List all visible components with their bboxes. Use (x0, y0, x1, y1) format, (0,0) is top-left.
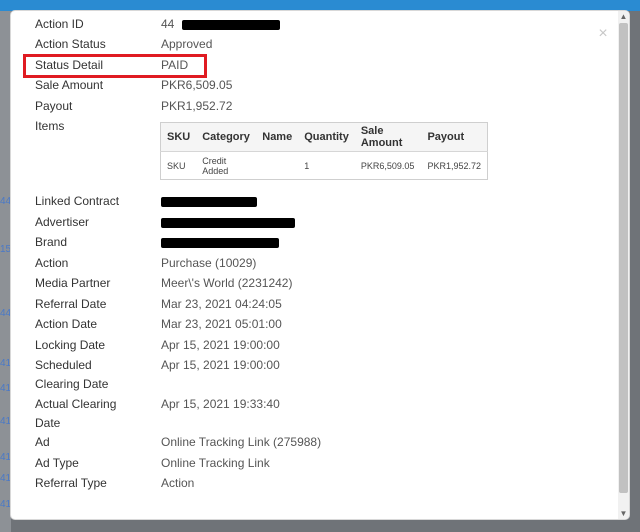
field-label: Ad (35, 435, 50, 449)
table-row: SKU Credit Added 1 PKR6,509.05 PKR1,952.… (161, 152, 488, 180)
redaction-mark (181, 19, 280, 30)
items-table-header-row: SKU Category Name Quantity Sale Amount P… (160, 122, 488, 152)
background-number: 44 (0, 196, 12, 207)
background-number: 44 (0, 308, 12, 319)
background-number: 41 (0, 383, 12, 394)
field-value: Apr 15, 2021 19:00:00 (161, 358, 280, 372)
field-value: PKR1,952.72 (161, 99, 233, 113)
field-value: PKR6,509.05 (161, 78, 233, 92)
field-value: Mar 23, 2021 05:01:00 (161, 317, 282, 331)
field-label: Action (35, 256, 69, 270)
column-header-sale-amount: Sale Amount (354, 122, 422, 152)
field-label: Referral Type (35, 476, 107, 490)
field-value (161, 192, 257, 211)
field-label: Action ID (35, 17, 84, 31)
table-cell-sku: SKU (167, 160, 186, 171)
redaction-mark (161, 237, 279, 248)
table-cell-sale-amount: PKR6,509.05 (360, 160, 415, 171)
field-value: Meer\'s World (2231242) (161, 276, 293, 290)
field-label: Brand (35, 235, 68, 249)
field-value: Apr 15, 2021 19:33:40 (161, 397, 280, 411)
table-cell-name (256, 152, 298, 180)
action-details-modal: × ▲ ▼ Action ID 44 Action Status Approve… (11, 11, 629, 519)
background-number: 41 (0, 416, 12, 427)
field-label: Actual Clearing Date (35, 395, 155, 433)
field-value: Apr 15, 2021 19:00:00 (161, 338, 280, 352)
table-cell-quantity: 1 (304, 160, 310, 171)
field-label: Sale Amount (35, 78, 104, 92)
modal-scrollbar[interactable]: ▲ ▼ (618, 11, 629, 519)
field-label-line: Actual Clearing (35, 397, 117, 411)
background-top-bar (0, 0, 640, 11)
scrollbar-thumb[interactable] (619, 23, 628, 493)
field-value: Purchase (10029) (161, 256, 257, 270)
items-table: SKU Category Name Quantity Sale Amount P… (160, 122, 488, 180)
field-label: Media Partner (35, 276, 111, 290)
field-label: Advertiser (35, 215, 90, 229)
column-header-payout: Payout (421, 122, 488, 152)
scroll-down-arrow-icon[interactable]: ▼ (619, 509, 628, 518)
field-value: Action (161, 476, 195, 490)
background-number: 41 (0, 499, 12, 510)
field-label: Ad Type (35, 456, 79, 470)
background-number: 41 (0, 473, 12, 484)
scroll-up-arrow-icon[interactable]: ▲ (619, 12, 628, 21)
close-icon[interactable]: × (596, 26, 610, 42)
field-label: Payout (35, 99, 73, 113)
field-value: Approved (161, 37, 213, 51)
background-number: 41 (0, 452, 12, 463)
action-id-prefix: 44 (161, 17, 175, 31)
column-header-quantity: Quantity (298, 122, 355, 152)
redaction-mark (161, 217, 295, 228)
background-number: 15 (0, 244, 12, 255)
table-cell-payout: PKR1,952.72 (427, 160, 481, 171)
field-value: Online Tracking Link (161, 456, 270, 470)
field-label-line: Date (35, 416, 61, 430)
field-label: Locking Date (35, 338, 106, 352)
column-header-sku: SKU (160, 122, 197, 152)
field-label: Status Detail (35, 58, 104, 72)
field-value: Mar 23, 2021 04:24:05 (161, 297, 282, 311)
field-value: Online Tracking Link (275988) (161, 435, 322, 449)
field-label: Action Date (35, 317, 98, 331)
field-value (161, 233, 279, 252)
column-header-category: Category (196, 122, 257, 152)
field-label-line: Scheduled (35, 358, 92, 372)
field-label: Items (35, 119, 65, 133)
field-value: PAID (161, 58, 189, 72)
field-label: Linked Contract (35, 194, 120, 208)
background-page-strip: 44 15 44 41 41 41 41 41 41 (0, 11, 11, 532)
field-value: 44 (161, 15, 280, 34)
field-value (161, 213, 295, 232)
column-header-name: Name (256, 122, 299, 152)
redaction-mark (161, 196, 257, 207)
field-label: Scheduled Clearing Date (35, 356, 155, 394)
table-cell-category: Credit Added (202, 155, 229, 176)
field-label: Action Status (35, 37, 106, 51)
field-label: Referral Date (35, 297, 107, 311)
field-label-line: Clearing Date (35, 377, 109, 391)
background-number: 41 (0, 358, 12, 369)
